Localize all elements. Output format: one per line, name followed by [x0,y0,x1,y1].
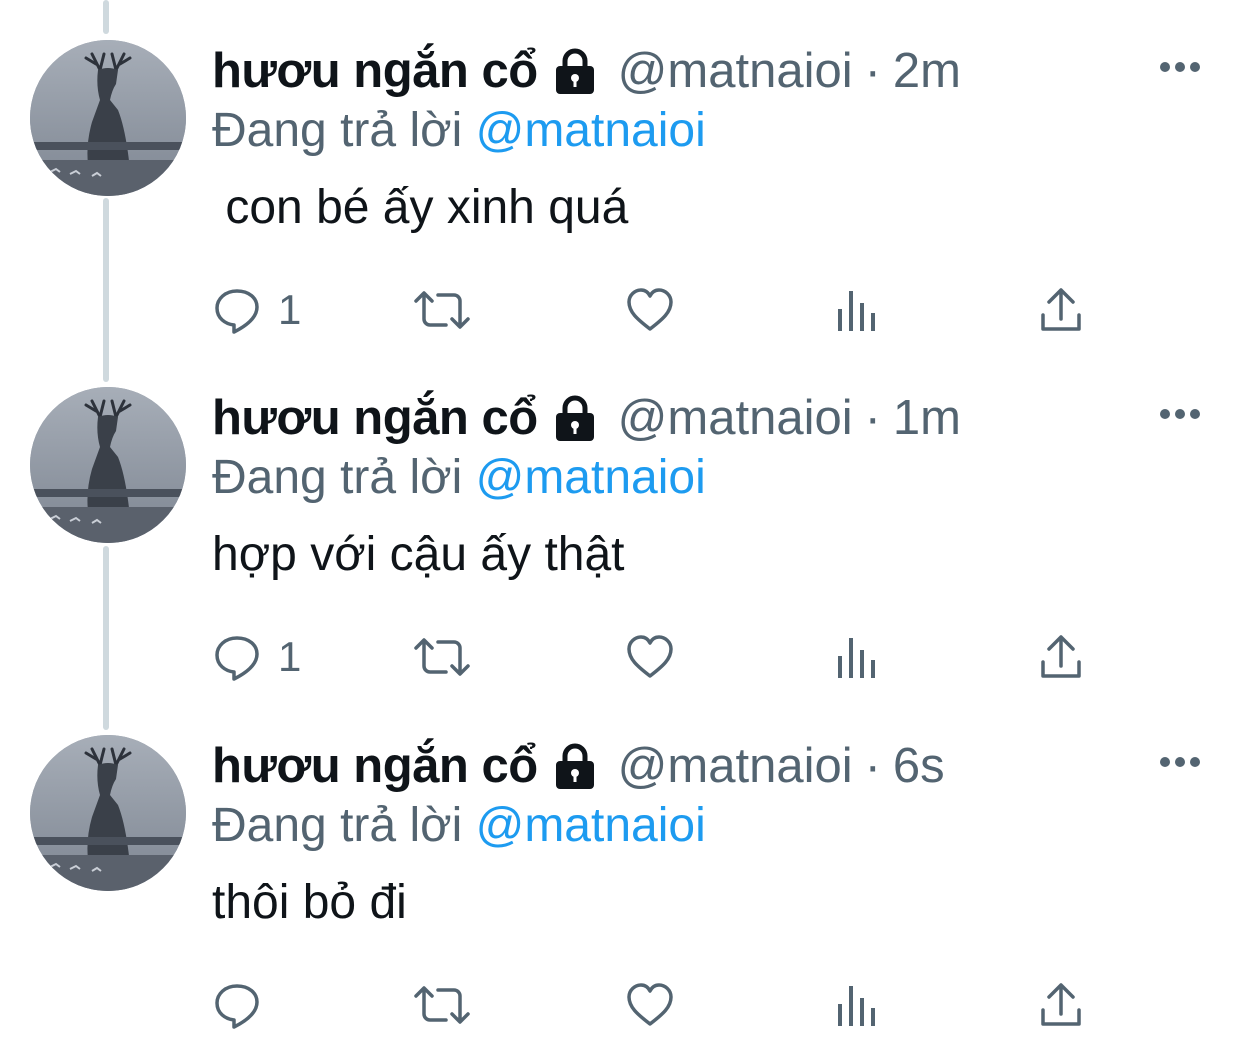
reply-icon [215,289,259,334]
retweet-icon [414,638,470,676]
tweet[interactable]: hươu ngắn cổ @matnaioi · 1m Đang trả lời… [0,347,1242,696]
share-button[interactable] [1038,280,1084,340]
reply-context: Đang trả lời @matnaioi [212,798,706,853]
separator-dot: · [864,44,881,98]
analytics-icon [838,291,875,331]
retweet-button[interactable] [412,280,472,340]
avatar[interactable] [30,387,186,543]
more-icon[interactable] [1158,755,1202,769]
reply-button[interactable]: 1 [212,280,301,340]
like-button[interactable] [625,627,675,687]
retweet-button[interactable] [412,975,472,1035]
heart-icon [627,288,673,331]
avatar[interactable] [30,40,186,196]
reply-count: 1 [278,286,302,333]
lock-icon [550,46,600,96]
reply-button[interactable]: 1 [212,627,301,687]
like-button[interactable] [625,280,675,340]
display-name[interactable]: hươu ngắn cổ [212,738,538,794]
retweet-icon [414,986,470,1024]
reply-prefix: Đang trả lời [212,799,463,852]
reply-button[interactable] [212,975,278,1035]
reply-mention-link[interactable]: @matnaioi [476,104,706,157]
tweet-header: hươu ngắn cổ @matnaioi · 1m [212,385,961,451]
tweet[interactable]: hươu ngắn cổ @matnaioi · 2m Đang trả lời… [0,0,1242,349]
user-handle[interactable]: @matnaioi [618,390,853,446]
analytics-icon [838,638,875,678]
share-icon [1041,288,1081,331]
display-name[interactable]: hươu ngắn cổ [212,390,538,446]
reply-mention-link[interactable]: @matnaioi [476,451,706,504]
lock-icon [550,393,600,443]
reply-mention-link[interactable]: @matnaioi [476,799,706,852]
avatar[interactable] [30,735,186,891]
user-handle[interactable]: @matnaioi [618,738,853,794]
heart-icon [627,635,673,678]
reply-prefix: Đang trả lời [212,104,463,157]
user-handle[interactable]: @matnaioi [618,43,853,99]
share-button[interactable] [1038,975,1084,1035]
tweet-text: hợp với cậu ấy thật [212,528,625,581]
heart-icon [627,983,673,1026]
views-button[interactable] [834,975,878,1035]
share-icon [1041,635,1081,678]
timestamp[interactable]: 1m [893,390,961,446]
retweet-icon [414,291,470,329]
separator-dot: · [864,739,881,793]
display-name[interactable]: hươu ngắn cổ [212,43,538,99]
tweet-text: thôi bỏ đi [212,876,407,929]
separator-dot: · [864,391,881,445]
like-button[interactable] [625,975,675,1035]
tweet[interactable]: hươu ngắn cổ @matnaioi · 6s Đang trả lời… [0,695,1242,1044]
share-icon [1041,983,1081,1026]
timestamp[interactable]: 2m [893,43,961,99]
tweet-header: hươu ngắn cổ @matnaioi · 6s [212,733,945,799]
retweet-button[interactable] [412,627,472,687]
tweet-actions: 1 [212,280,1112,340]
reply-icon [215,636,259,681]
more-icon[interactable] [1158,407,1202,421]
reply-count: 1 [278,633,302,680]
reply-prefix: Đang trả lời [212,451,463,504]
lock-icon [550,741,600,791]
timestamp[interactable]: 6s [893,738,945,794]
reply-context: Đang trả lời @matnaioi [212,103,706,158]
views-button[interactable] [834,627,878,687]
tweet-header: hươu ngắn cổ @matnaioi · 2m [212,38,961,104]
reply-context: Đang trả lời @matnaioi [212,450,706,505]
tweet-text: con bé ấy xinh quá [212,181,629,234]
share-button[interactable] [1038,627,1084,687]
more-icon[interactable] [1158,60,1202,74]
reply-icon [215,984,259,1029]
tweet-actions: 1 [212,627,1112,687]
views-button[interactable] [834,280,878,340]
tweet-actions [212,975,1112,1035]
analytics-icon [838,986,875,1026]
